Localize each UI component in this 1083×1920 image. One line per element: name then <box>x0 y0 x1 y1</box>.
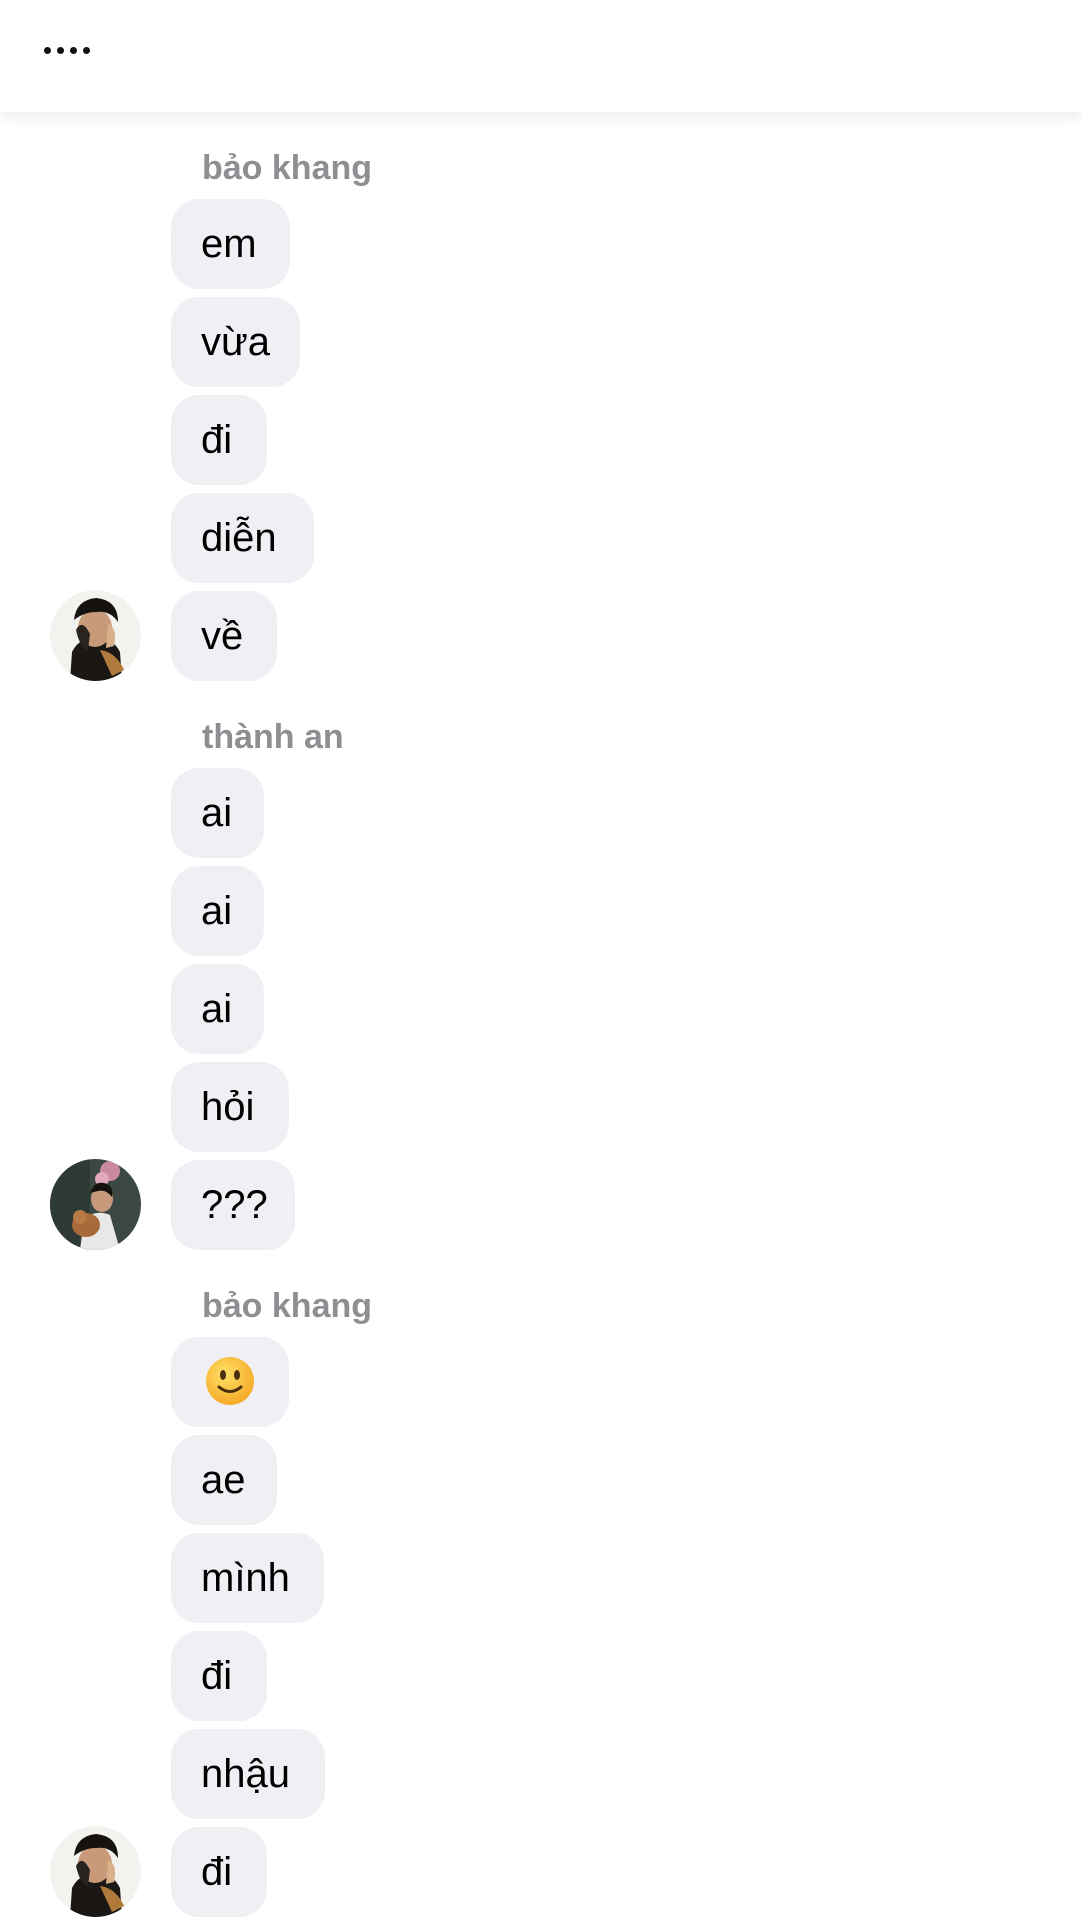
message-bubble[interactable]: diễn <box>171 493 314 583</box>
message-bubble[interactable]: đi <box>171 395 267 485</box>
sender-name: bảo khang <box>202 1287 373 1325</box>
avatar[interactable] <box>50 590 141 681</box>
message-bubble[interactable]: mình <box>171 1533 324 1623</box>
more-dot <box>70 46 77 54</box>
message-bubble[interactable]: hỏi <box>171 1062 289 1152</box>
message-bubble[interactable]: ai <box>171 964 264 1054</box>
sender-name: thành an <box>202 718 344 756</box>
message-bubble[interactable]: đi <box>171 1631 267 1721</box>
message-bubble[interactable]: về <box>171 591 277 681</box>
message-bubble[interactable]: ai <box>171 768 264 858</box>
more-dot <box>83 46 90 54</box>
avatar[interactable] <box>50 1159 141 1250</box>
message-bubble[interactable]: nhậu <box>171 1729 325 1819</box>
message-bubble[interactable]: em <box>171 199 290 289</box>
sender-name: bảo khang <box>202 149 373 187</box>
message-bubble[interactable]: đi <box>171 1827 267 1917</box>
message-bubble[interactable]: ??? <box>171 1160 295 1250</box>
message-bubble[interactable] <box>171 1337 289 1427</box>
top-bar <box>0 0 1083 112</box>
message-bubble[interactable]: ae <box>171 1435 277 1525</box>
message-bubble[interactable]: ai <box>171 866 264 956</box>
more-options-button[interactable] <box>44 30 114 70</box>
message-bubble[interactable]: vừa <box>171 297 300 387</box>
slightly-smiling-face-icon <box>206 1357 254 1406</box>
avatar[interactable] <box>50 1826 141 1917</box>
more-dots-icon <box>44 46 51 54</box>
more-dot <box>57 46 64 54</box>
